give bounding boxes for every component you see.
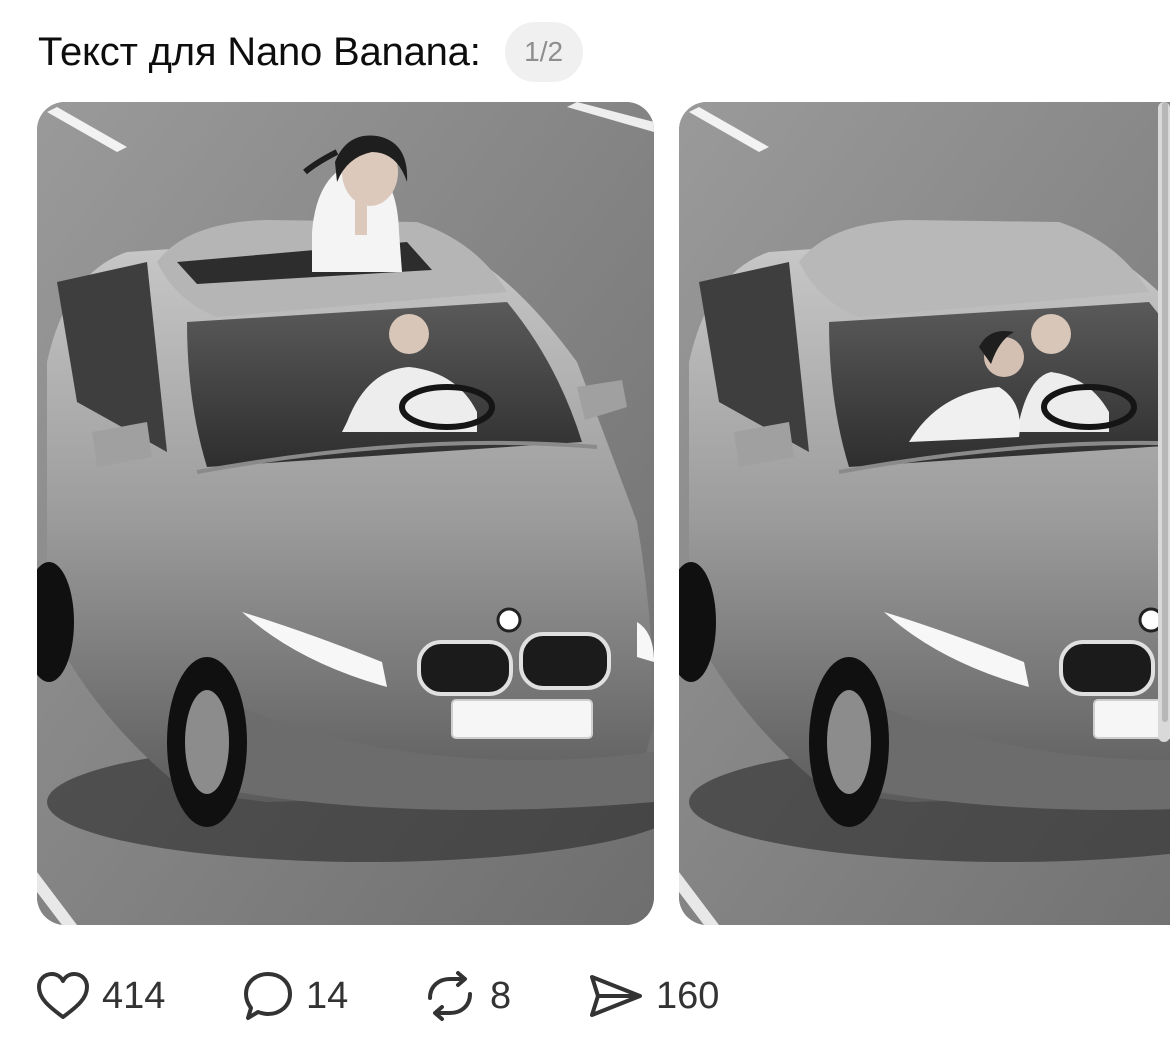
post-title: Текст для Nano Banana: bbox=[38, 30, 481, 74]
comment-button[interactable]: 14 bbox=[242, 966, 348, 1026]
carousel-image-1[interactable] bbox=[37, 102, 654, 925]
car-photo-couple-inside bbox=[679, 102, 1170, 925]
repost-count: 8 bbox=[490, 975, 512, 1017]
heart-icon bbox=[36, 971, 90, 1021]
paper-plane-icon bbox=[588, 972, 644, 1020]
speech-bubble-icon bbox=[242, 970, 294, 1022]
post-actions-bar: 414 14 8 160 bbox=[36, 966, 796, 1026]
repost-button[interactable]: 8 bbox=[422, 966, 511, 1026]
carousel-page-counter: 1/2 bbox=[504, 22, 583, 82]
vertical-scrollbar[interactable] bbox=[1158, 102, 1170, 742]
like-count: 414 bbox=[102, 975, 166, 1017]
repost-arrows-icon bbox=[422, 970, 478, 1022]
like-button[interactable]: 414 bbox=[36, 966, 165, 1026]
scrollbar-thumb[interactable] bbox=[1162, 102, 1168, 722]
carousel-image-2[interactable] bbox=[679, 102, 1170, 925]
image-carousel[interactable] bbox=[0, 102, 1170, 925]
share-button[interactable]: 160 bbox=[588, 966, 719, 1026]
share-count: 160 bbox=[656, 975, 720, 1017]
car-photo-woman-in-sunroof bbox=[37, 102, 654, 925]
comment-count: 14 bbox=[306, 975, 349, 1017]
post-header: Текст для Nano Banana: 1/2 bbox=[38, 22, 583, 82]
